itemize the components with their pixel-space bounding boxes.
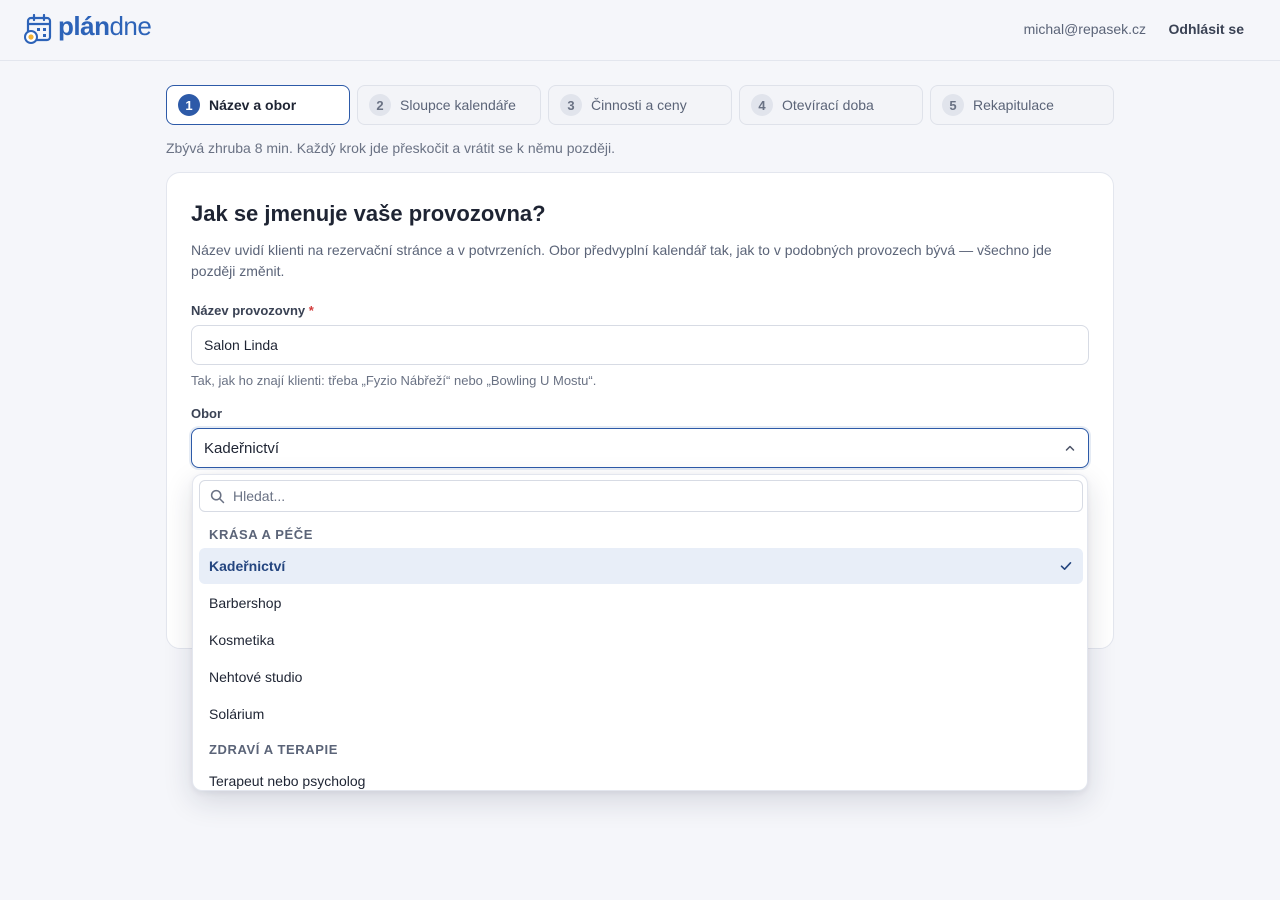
dropdown-search[interactable] bbox=[199, 480, 1083, 512]
step-calendar-columns[interactable]: 2 Sloupce kalendáře bbox=[357, 85, 541, 125]
logo-text-light: dne bbox=[109, 11, 152, 41]
option-therapist[interactable]: Terapeut nebo psycholog bbox=[199, 763, 1083, 790]
group-heading: KRÁSA A PÉČE bbox=[209, 527, 313, 542]
step-label: Rekapitulace bbox=[973, 97, 1054, 113]
required-mark: * bbox=[308, 303, 314, 318]
step-label: Otevírací doba bbox=[782, 97, 874, 113]
business-name-input[interactable] bbox=[191, 325, 1089, 365]
search-icon bbox=[210, 489, 225, 503]
logo[interactable]: plándne bbox=[24, 11, 152, 44]
calendar-logo-icon bbox=[24, 14, 52, 44]
logo-text: plándne bbox=[58, 11, 152, 41]
option-nail-studio[interactable]: Nehtové studio bbox=[199, 659, 1083, 695]
option-label: Kadeřnictví bbox=[209, 558, 286, 574]
name-label-text: Název provozovny bbox=[191, 303, 306, 318]
logout-button[interactable]: Odhlásit se bbox=[1169, 21, 1244, 37]
field-select-label: Obor bbox=[191, 406, 223, 421]
card-title: Jak se jmenuje vaše provozovna? bbox=[191, 201, 546, 226]
name-field-label: Název provozovny * bbox=[191, 303, 314, 318]
step-opening-hours[interactable]: 4 Otevírací doba bbox=[739, 85, 923, 125]
option-label: Terapeut nebo psycholog bbox=[209, 773, 366, 789]
wizard-stepper: 1 Název a obor 2 Sloupce kalendáře 3 Čin… bbox=[166, 85, 1114, 125]
option-hairdresser[interactable]: Kadeřnictví bbox=[199, 548, 1083, 584]
step-summary[interactable]: 5 Rekapitulace bbox=[930, 85, 1114, 125]
option-label: Solárium bbox=[209, 706, 265, 722]
option-solarium[interactable]: Solárium bbox=[199, 696, 1083, 732]
step-name-and-field[interactable]: 1 Název a obor bbox=[166, 85, 350, 125]
option-barbershop[interactable]: Barbershop bbox=[199, 585, 1083, 621]
field-select-value: Kadeřnictví bbox=[204, 439, 280, 457]
field-dropdown: KRÁSA A PÉČE Kadeřnictví Barbershop Kosm… bbox=[192, 474, 1088, 791]
chevron-up-icon bbox=[1065, 445, 1075, 451]
user-email: michal@repasek.cz bbox=[1023, 21, 1146, 37]
step-label: Název a obor bbox=[209, 97, 297, 113]
top-bar: plándne michal@repasek.cz Odhlásit se bbox=[0, 0, 1280, 61]
step-number: 5 bbox=[942, 94, 964, 116]
step-number: 3 bbox=[560, 94, 582, 116]
step-activities-prices[interactable]: 3 Činnosti a ceny bbox=[548, 85, 732, 125]
step-label: Činnosti a ceny bbox=[591, 97, 687, 113]
step-number: 4 bbox=[751, 94, 773, 116]
logo-text-bold: plán bbox=[58, 11, 110, 41]
card-description: Název uvidí klienti na rezervační stránc… bbox=[191, 242, 1052, 279]
option-cosmetics[interactable]: Kosmetika bbox=[199, 622, 1083, 658]
check-icon bbox=[1060, 562, 1072, 570]
step-label: Sloupce kalendáře bbox=[400, 97, 516, 113]
option-label: Barbershop bbox=[209, 595, 282, 611]
group-heading: ZDRAVÍ A TERAPIE bbox=[209, 742, 339, 757]
time-hint: Zbývá zhruba 8 min. Každý krok jde přesk… bbox=[166, 140, 615, 156]
field-select[interactable]: Kadeřnictví bbox=[191, 428, 1089, 468]
dropdown-search-input[interactable] bbox=[233, 488, 1082, 504]
name-help-text: Tak, jak ho znají klienti: třeba „Fyzio … bbox=[191, 373, 597, 388]
step-number: 1 bbox=[178, 94, 200, 116]
option-label: Nehtové studio bbox=[209, 669, 303, 685]
step-number: 2 bbox=[369, 94, 391, 116]
option-label: Kosmetika bbox=[209, 632, 275, 648]
